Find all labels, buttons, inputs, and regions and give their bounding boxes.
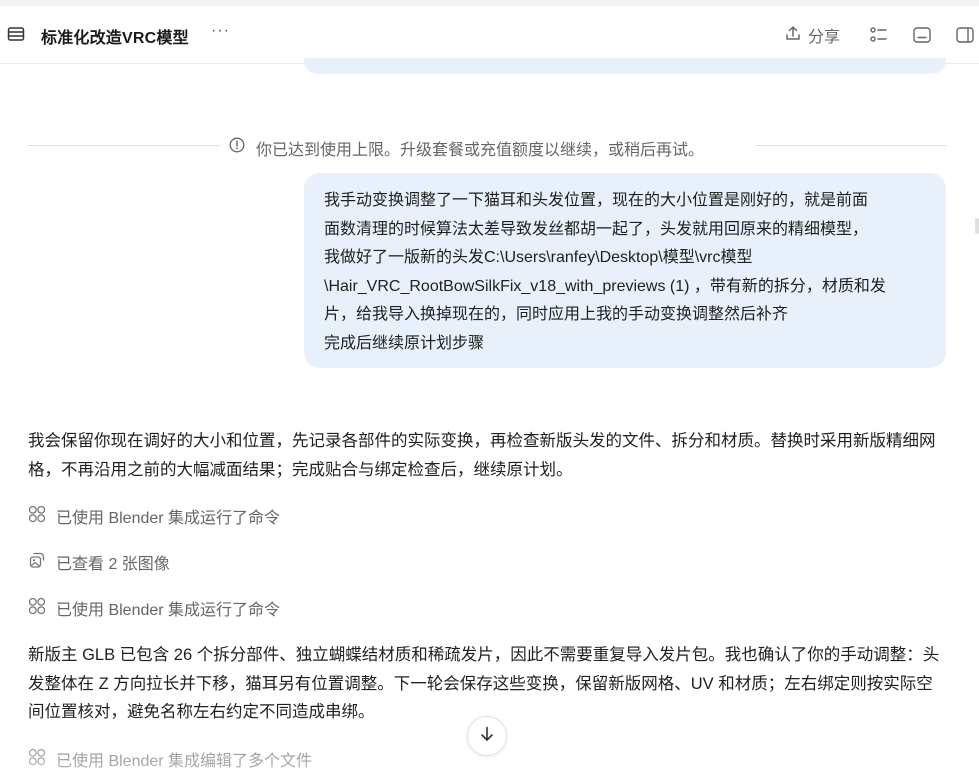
tool-call-label: 已使用 Blender 集成运行了命令 xyxy=(56,510,281,527)
checklist-icon[interactable] xyxy=(869,25,889,45)
usage-limit-text: 你已达到使用上限。升级套餐或充值额度以继续，或稍后再试。 xyxy=(256,142,705,159)
user-message-line: \Hair_VRC_RootBowSilkFix_v18_with_previe… xyxy=(324,277,886,295)
tool-call-label: 已查看 2 张图像 xyxy=(56,556,170,573)
scroll-to-bottom-button[interactable] xyxy=(467,716,507,756)
integration-icon xyxy=(28,597,46,620)
share-label: 分享 xyxy=(808,29,841,46)
assistant-paragraph: 新版主 GLB 已包含 26 个拆分部件、独立蝴蝶结材质和稀疏发片，因此不需要重… xyxy=(28,646,940,721)
tool-call-label: 已使用 Blender 集成运行了命令 xyxy=(56,602,281,619)
conversation-header: 标准化改造VRC模型 ··· 分享 xyxy=(0,6,979,64)
usage-limit-notice: 你已达到使用上限。升级套餐或充值额度以继续，或稍后再试。 xyxy=(27,134,947,159)
arrow-down-icon xyxy=(477,724,497,749)
tool-call-row[interactable]: 已使用 Blender 集成运行了命令 xyxy=(28,505,280,527)
user-message-line: 片，给我导入换掉现在的，同时应用上我的手动变换调整然后补齐 xyxy=(324,306,789,323)
user-message-line: 我做好了一版新的头发C:\Users\ranfey\Desktop\模型\vrc… xyxy=(324,249,753,266)
image-view-icon xyxy=(28,551,46,574)
panel-bottom-icon[interactable] xyxy=(912,25,932,45)
tool-call-row[interactable]: 已使用 Blender 集成运行了命令 xyxy=(28,597,280,619)
user-message-line: 我手动变换调整了一下猫耳和头发位置，现在的大小位置是刚好的，就是前面 xyxy=(324,192,869,209)
divider xyxy=(27,145,220,146)
folder-icon[interactable] xyxy=(7,26,25,42)
tool-call-row[interactable]: 已使用 Blender 集成编辑了多个文件 xyxy=(28,748,312,770)
tool-call-row[interactable]: 已查看 2 张图像 xyxy=(28,551,170,573)
integration-icon xyxy=(28,505,46,528)
user-message-line: 面数清理的时候算法太差导致发丝都胡一起了，头发就用回原来的精细模型， xyxy=(324,220,869,238)
upload-icon xyxy=(784,24,802,47)
tool-call-label: 已使用 Blender 集成编辑了多个文件 xyxy=(56,753,313,770)
divider xyxy=(755,145,947,146)
info-circle-icon xyxy=(229,137,245,153)
user-message-line: 完成后继续原计划步骤 xyxy=(324,334,485,352)
panel-right-icon[interactable] xyxy=(955,25,975,45)
user-message-bubble: 我手动变换调整了一下猫耳和头发位置，现在的大小位置是刚好的，就是前面 面数清理的… xyxy=(304,173,946,368)
more-options-button[interactable]: ··· xyxy=(211,22,230,40)
integration-icon xyxy=(28,748,46,771)
share-button[interactable]: 分享 xyxy=(784,23,840,47)
previous-user-bubble xyxy=(304,58,946,74)
scrollbar-thumb[interactable] xyxy=(975,218,979,234)
conversation-title: 标准化改造VRC模型 xyxy=(41,30,189,47)
assistant-paragraph: 我会保留你现在调好的大小和位置，先记录各部件的实际变换，再检查新版头发的文件、拆… xyxy=(28,432,936,479)
